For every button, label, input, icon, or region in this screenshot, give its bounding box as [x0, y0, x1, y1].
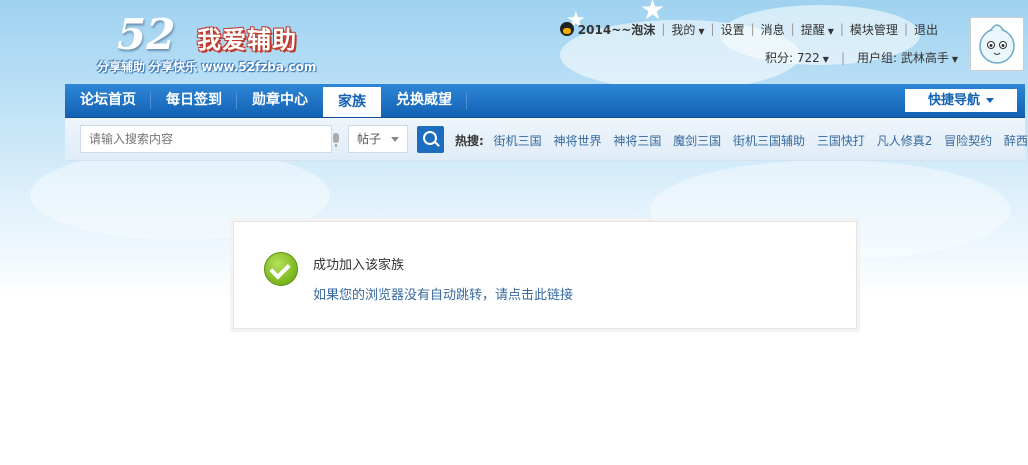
- site-logo[interactable]: 52 我爱辅助 分享辅助 分享快乐 www.52fzba.com: [95, 8, 345, 78]
- search-button[interactable]: [417, 126, 444, 153]
- redirect-link[interactable]: 如果您的浏览器没有自动跳转，请点击此链接: [313, 284, 573, 303]
- chevron-down-icon: ▼: [822, 55, 829, 64]
- quick-nav-label: 快捷导航: [927, 93, 980, 108]
- hot-search-term[interactable]: 醉西游: [1004, 134, 1028, 148]
- user-group-label: 用户组: 武林高手: [856, 51, 949, 65]
- nav-item-family[interactable]: 家族: [323, 87, 381, 117]
- hot-searches: 热搜: 街机三国 神将世界 神将三国 魔剑三国 街机三国辅助 三国快打 凡人修真…: [455, 132, 1028, 149]
- logout-link[interactable]: 退出: [914, 21, 938, 38]
- hot-search-term[interactable]: 魔剑三国: [673, 134, 721, 148]
- chevron-down-icon: [391, 137, 399, 142]
- main-nav: 论坛首页 每日签到 勋章中心 家族 兑换威望 快捷导航: [65, 84, 1025, 118]
- reminders-link[interactable]: 提醒 ▼: [801, 21, 834, 38]
- messages-link[interactable]: 消息: [761, 21, 785, 38]
- hot-search-term[interactable]: 街机三国: [494, 134, 542, 148]
- user-bar: 2014~~泡沫 | 我的 ▼ | 设置 | 消息 | 提醒 ▼ | 模块管理 | …: [559, 20, 938, 38]
- nav-item-forum-home[interactable]: 论坛首页: [65, 84, 151, 117]
- quick-nav-button[interactable]: 快捷导航: [905, 89, 1017, 112]
- user-group-link[interactable]: 用户组: 武林高手 ▼: [857, 49, 958, 66]
- search-type-label: 帖子: [357, 132, 382, 146]
- chevron-down-icon: ▼: [698, 26, 705, 36]
- divider: |: [840, 50, 845, 65]
- divider: |: [839, 22, 844, 36]
- logo-name: 我爱辅助: [197, 26, 297, 54]
- nav-item-exchange-prestige[interactable]: 兑换威望: [381, 84, 467, 117]
- search-input[interactable]: [80, 125, 332, 153]
- chevron-down-icon: ▼: [827, 26, 834, 36]
- username-link[interactable]: 2014~~泡沫: [578, 21, 656, 38]
- user-stats-bar: 积分: 722 ▼ | 用户组: 武林高手 ▼: [765, 49, 958, 66]
- settings-link[interactable]: 设置: [721, 21, 745, 38]
- points-label: 积分: 722: [765, 51, 820, 65]
- chevron-down-icon: [986, 98, 994, 103]
- logo-slogan: 分享辅助 分享快乐 www.52fzba.com: [97, 60, 317, 74]
- qq-icon: [559, 22, 574, 36]
- reminders-label: 提醒: [800, 22, 825, 37]
- module-admin-link[interactable]: 模块管理: [850, 21, 898, 38]
- avatar[interactable]: [970, 17, 1024, 71]
- logo-number: 52: [117, 10, 176, 59]
- my-menu-label: 我的: [671, 22, 696, 37]
- hot-search-term[interactable]: 凡人修真2: [877, 134, 933, 148]
- nav-item-medal-center[interactable]: 勋章中心: [237, 84, 323, 117]
- hot-search-label: 热搜:: [455, 134, 484, 148]
- divider: |: [750, 22, 755, 36]
- my-menu-link[interactable]: 我的 ▼: [671, 21, 704, 38]
- success-message-box: 成功加入该家族 如果您的浏览器没有自动跳转，请点击此链接: [233, 221, 857, 329]
- points-link[interactable]: 积分: 722 ▼: [765, 49, 829, 66]
- divider: |: [710, 22, 715, 36]
- search-bar: 帖子 热搜: 街机三国 神将世界 神将三国 魔剑三国 街机三国辅助 三国快打 凡…: [65, 118, 1028, 161]
- hot-search-term[interactable]: 冒险契约: [944, 134, 992, 148]
- hot-search-term[interactable]: 神将三国: [613, 134, 661, 148]
- chevron-down-icon: ▼: [951, 55, 958, 64]
- nav-item-daily-signin[interactable]: 每日签到: [151, 84, 237, 117]
- hot-search-term[interactable]: 街机三国辅助: [733, 134, 805, 148]
- hot-search-term[interactable]: 神将世界: [553, 134, 601, 148]
- divider: |: [790, 22, 795, 36]
- divider: |: [661, 22, 666, 36]
- divider: |: [903, 22, 908, 36]
- checkmark-icon: [264, 252, 298, 286]
- hot-search-term[interactable]: 三国快打: [817, 134, 865, 148]
- search-type-select[interactable]: 帖子: [348, 125, 408, 153]
- search-icon-handle: [434, 141, 440, 147]
- message-title: 成功加入该家族: [313, 258, 405, 273]
- avatar-mascot-icon: [979, 24, 1015, 64]
- microphone-icon[interactable]: [333, 133, 339, 147]
